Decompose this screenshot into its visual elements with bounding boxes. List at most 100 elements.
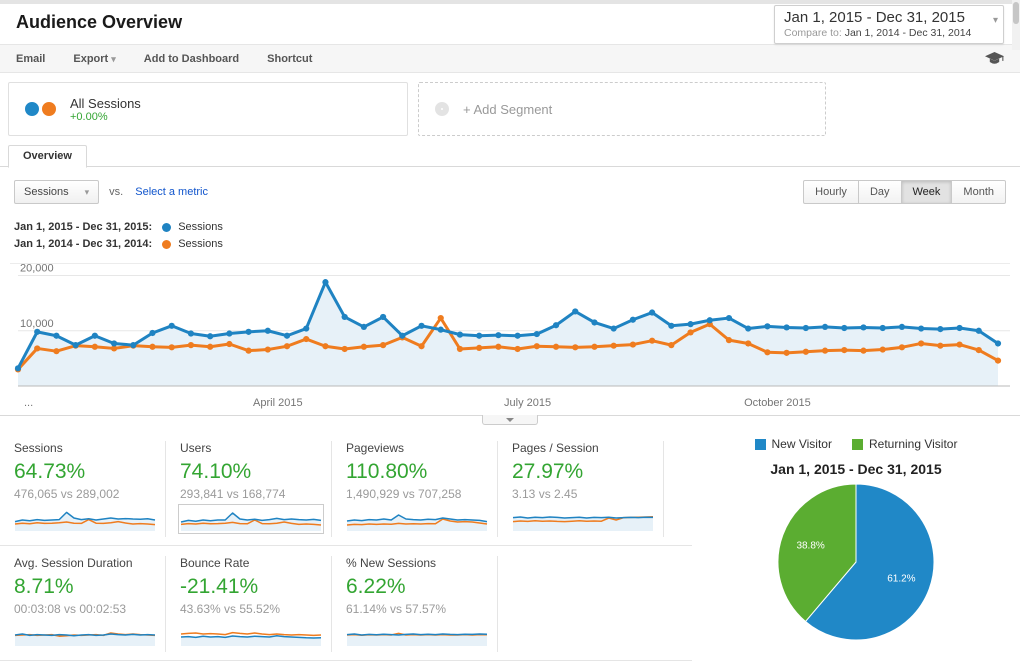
metric-delta-percent: 6.22% <box>346 575 406 598</box>
email-button[interactable]: Email <box>16 53 45 65</box>
pie-legend-label: Returning Visitor <box>868 437 958 451</box>
metric-label: Bounce Rate <box>180 556 250 570</box>
legend-row-2015: Jan 1, 2015 - Dec 31, 2015: Sessions <box>14 221 1006 233</box>
legend-row-2014: Jan 1, 2014 - Dec 31, 2014: Sessions <box>14 238 1006 250</box>
metric-card-users[interactable]: Users 74.10% 293,841 vs 168,774 <box>166 441 332 537</box>
legend-series-label: Sessions <box>178 238 223 250</box>
metric-sparkline <box>14 506 156 532</box>
metric-card-sessions[interactable]: Sessions 64.73% 476,065 vs 289,002 <box>0 441 166 537</box>
date-range-selector[interactable]: Jan 1, 2015 - Dec 31, 2015 ▾ Compare to:… <box>774 5 1004 44</box>
add-segment-button[interactable]: + Add Segment <box>418 82 826 136</box>
metric-row-1: Sessions 64.73% 476,065 vs 289,002 Users 74.… <box>0 431 692 546</box>
granularity-button-week[interactable]: Week <box>901 180 953 204</box>
metric-comparison-values: 3.13 vs 2.45 <box>512 487 578 501</box>
metric-card-bounce-rate[interactable]: Bounce Rate -21.41% 43.63% vs 55.52% <box>166 556 332 652</box>
granularity-button-month[interactable]: Month <box>952 180 1006 204</box>
svg-text:20,000: 20,000 <box>20 264 54 275</box>
segment-label: All Sessions <box>70 95 141 111</box>
tab-bar: Overview <box>0 144 1020 168</box>
header: Audience Overview Jan 1, 2015 - Dec 31, … <box>0 0 1020 50</box>
x-axis-label: ... <box>24 397 34 409</box>
metric-card-pageviews[interactable]: Pageviews 110.80% 1,490,929 vs 707,258 <box>332 441 498 537</box>
tab-overview[interactable]: Overview <box>8 145 87 168</box>
metric-sparkline <box>178 504 324 534</box>
metric-selector-value: Sessions <box>24 186 69 198</box>
pie-legend-item-returning-visitor[interactable]: Returning Visitor <box>851 437 958 451</box>
svg-text:38.8%: 38.8% <box>796 540 824 551</box>
scrollbar-thumb[interactable] <box>1013 2 1019 24</box>
pie-legend-label: New Visitor <box>771 437 832 451</box>
legend-range-label: Jan 1, 2014 - Dec 31, 2014: <box>14 238 153 250</box>
metric-selector-dropdown[interactable]: Sessions ▾ <box>14 180 100 204</box>
metric-sparkline <box>346 621 488 647</box>
metric-comparison-values: 61.14% vs 57.57% <box>346 602 447 616</box>
x-axis-labels: ... April 2015 July 2015 October 2015 <box>10 397 1010 412</box>
metric-row-2: Avg. Session Duration 8.71% 00:03:08 vs 00… <box>0 546 692 661</box>
line-chart-canvas[interactable]: 10,000 20,000 <box>10 263 1010 392</box>
pie-title: Jan 1, 2015 - Dec 31, 2015 <box>770 461 942 477</box>
segment-delta: +0.00% <box>70 110 108 123</box>
metric-sparkline <box>180 621 322 647</box>
compare-label: Compare to: <box>784 27 842 39</box>
sessions-timeline-chart[interactable]: 10,000 20,000 ... April 2015 July 2015 Octob… <box>0 263 1020 427</box>
metric-comparison-values: 476,065 vs 289,002 <box>14 487 120 501</box>
svg-text:10,000: 10,000 <box>20 318 54 330</box>
action-bar: Email Export ▾ Add to Dashboard Shortcut <box>0 44 1020 73</box>
compare-range-value: Jan 1, 2014 - Dec 31, 2014 <box>844 27 972 39</box>
pie-legend-item-new-visitor[interactable]: New Visitor <box>754 437 832 451</box>
svg-text:61.2%: 61.2% <box>887 574 915 585</box>
add-segment-label: + Add Segment <box>463 101 553 117</box>
chevron-down-icon: ▾ <box>992 15 998 26</box>
granularity-button-day[interactable]: Day <box>858 180 902 204</box>
metric-delta-percent: 8.71% <box>14 575 74 598</box>
vs-label: vs. <box>109 186 124 198</box>
shortcut-button[interactable]: Shortcut <box>267 53 312 65</box>
segment-all-sessions[interactable]: All Sessions +0.00% <box>8 82 408 136</box>
visitor-type-section: New Visitor Returning Visitor Jan 1, 2015… <box>692 431 1020 661</box>
granularity-button-hourly[interactable]: Hourly <box>803 180 859 204</box>
chevron-down-icon: ▾ <box>84 186 90 197</box>
metric-card-avg-session-duration[interactable]: Avg. Session Duration 8.71% 00:03:08 vs 00… <box>0 556 166 652</box>
compare-range: Compare to: Jan 1, 2014 - Dec 31, 2014 <box>784 27 983 39</box>
controls-row: Sessions ▾ vs. Select a metric Hourly Day… <box>0 167 1020 212</box>
visitor-type-pie-chart[interactable]: 61.2% 38.8% <box>773 479 939 643</box>
series-dot-orange-icon <box>162 239 172 249</box>
chevron-down-icon <box>506 417 514 422</box>
metric-delta-percent: -21.41% <box>180 575 259 598</box>
select-a-metric-link[interactable]: Select a metric <box>135 186 208 198</box>
education-graduation-cap-icon[interactable] <box>985 51 1004 66</box>
metric-cards: Sessions 64.73% 476,065 vs 289,002 Users 74.… <box>0 431 692 661</box>
legend-square-icon <box>754 438 766 450</box>
add-to-dashboard-button[interactable]: Add to Dashboard <box>144 53 239 65</box>
x-axis-label: April 2015 <box>253 397 303 409</box>
metric-label: Avg. Session Duration <box>14 556 133 570</box>
granularity-button-group: Hourly Day Week Month <box>803 180 1006 204</box>
export-button[interactable]: Export ▾ <box>73 53 115 65</box>
x-axis-label: October 2015 <box>744 397 811 409</box>
legend-square-icon <box>851 438 863 450</box>
metric-card-pages-session[interactable]: Pages / Session 27.97% 3.13 vs 2.45 <box>498 441 664 537</box>
metric-comparison-values: 00:03:08 vs 00:02:53 <box>14 602 127 616</box>
metric-sparkline <box>346 506 488 532</box>
chart-legend: Jan 1, 2015 - Dec 31, 2015: Sessions Jan… <box>0 212 1020 261</box>
segment-donut-icons <box>25 102 56 116</box>
metric-comparison-values: 293,841 vs 168,774 <box>180 487 286 501</box>
metric-card-new-sessions[interactable]: % New Sessions 6.22% 61.14% vs 57.57% <box>332 556 498 652</box>
metric-label: Pageviews <box>346 441 405 455</box>
donut-blue-icon <box>25 102 39 116</box>
x-axis-label: July 2015 <box>504 397 552 409</box>
date-range-value: Jan 1, 2015 - Dec 31, 2015 <box>784 9 965 26</box>
metric-label: Pages / Session <box>512 441 599 455</box>
collapse-chart-handle[interactable] <box>482 415 538 425</box>
scrollbar[interactable] <box>1012 0 1020 50</box>
metric-comparison-values: 1,490,929 vs 707,258 <box>346 487 462 501</box>
metric-comparison-values: 43.63% vs 55.52% <box>180 602 281 616</box>
pie-legend: New Visitor Returning Visitor <box>692 437 1020 451</box>
donut-orange-icon <box>42 102 56 116</box>
empty-donut-icon <box>435 102 449 116</box>
chart-footer-divider <box>0 415 1020 427</box>
series-dot-blue-icon <box>162 222 172 232</box>
chevron-down-icon: ▾ <box>111 53 116 64</box>
metric-sparkline <box>14 621 156 647</box>
segments-row: All Sessions +0.00% + Add Segment <box>0 73 1020 144</box>
